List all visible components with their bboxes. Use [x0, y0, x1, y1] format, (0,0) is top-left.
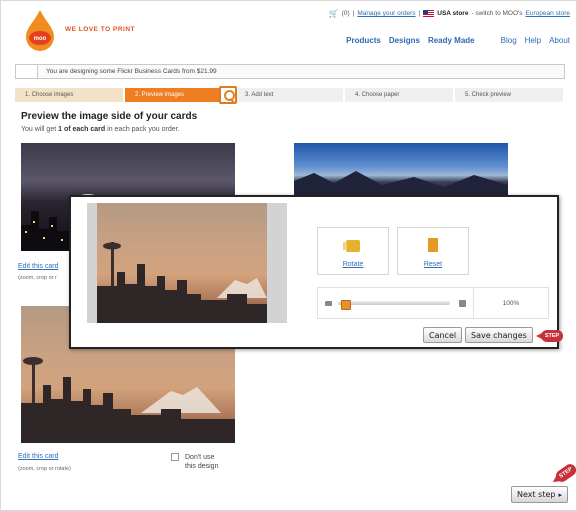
- step-label: 3. Add text: [245, 92, 274, 98]
- edit-card-link-1[interactable]: Edit this card: [18, 263, 58, 270]
- edit-card-note-1: (zoom, crop or r: [18, 275, 57, 281]
- magnifier-icon: [219, 86, 237, 104]
- edit-card-link-3[interactable]: Edit this card: [18, 453, 58, 460]
- zoom-slider-handle[interactable]: [340, 300, 351, 310]
- zoom-in-icon[interactable]: [459, 300, 466, 307]
- nav-products[interactable]: Products: [346, 36, 381, 45]
- rotate-button[interactable]: Rotate: [317, 227, 389, 275]
- main-nav: Products Designs Ready Made Blog Help Ab…: [346, 36, 570, 45]
- nav-blog[interactable]: Blog: [501, 36, 517, 45]
- reset-label: Reset: [423, 261, 443, 268]
- moo-logo[interactable]: moo: [23, 9, 57, 51]
- dont-use-line2: this design: [185, 463, 219, 470]
- step-label: 4. Choose paper: [355, 92, 400, 98]
- crop-area[interactable]: [87, 203, 287, 323]
- step-label: 1. Choose images: [25, 92, 74, 98]
- edit-card-note-3: (zoom, crop or rotate): [18, 466, 71, 472]
- product-thumbnail: [16, 65, 38, 78]
- switch-text: - switch to MOO's: [471, 10, 523, 17]
- next-step-label: Next step: [517, 490, 556, 499]
- progress-steps: 1. Choose images 2. Preview images 3. Ad…: [15, 88, 565, 102]
- dont-use-checkbox[interactable]: [171, 453, 179, 462]
- preview-subtitle: You will get 1 of each card in each pack…: [21, 126, 180, 133]
- step-label: 5. Check preview: [465, 92, 512, 98]
- nav-about[interactable]: About: [549, 36, 570, 45]
- zoom-control: 100%: [317, 287, 549, 319]
- subtitle-bold: 1 of each card: [58, 126, 106, 133]
- zoom-slider-track[interactable]: [338, 301, 450, 305]
- brand-tagline: WE LOVE TO PRINT: [65, 26, 135, 33]
- dont-use-design: Don't use this design: [171, 453, 218, 471]
- reset-button[interactable]: Reset: [397, 227, 469, 275]
- step-label: 2. Preview images: [135, 92, 185, 98]
- next-step-button[interactable]: Next step ▸: [511, 486, 568, 503]
- designing-text: You are designing some Flickr Business C…: [46, 68, 217, 75]
- image-editor-modal: Rotate Reset 100% Cancel Save changes ST…: [69, 195, 563, 349]
- nav-designs[interactable]: Designs: [389, 36, 420, 45]
- zoom-value: 100%: [502, 299, 520, 307]
- subtitle-pre: You will get: [21, 126, 57, 133]
- cart-icon[interactable]: 🛒: [329, 9, 339, 18]
- zoom-slider-area: [318, 288, 474, 318]
- page-frame: moo WE LOVE TO PRINT 🛒 (0) | Manage your…: [0, 0, 577, 511]
- step-badge-modal: STEP: [536, 330, 563, 342]
- save-changes-button[interactable]: Save changes: [465, 327, 533, 343]
- top-bar: 🛒 (0) | Manage your orders | USA store -…: [328, 9, 570, 18]
- zoom-out-icon[interactable]: [325, 301, 332, 306]
- reset-icon: [428, 238, 438, 252]
- manage-orders-link[interactable]: Manage your orders: [357, 10, 415, 17]
- store-label: USA store: [437, 10, 469, 17]
- dont-use-line1: Don't use: [185, 454, 215, 461]
- cart-count[interactable]: (0): [342, 10, 350, 17]
- rotate-icon: [343, 240, 360, 252]
- nav-help[interactable]: Help: [525, 36, 541, 45]
- card-image-2[interactable]: [294, 143, 508, 195]
- logo-text: moo: [34, 36, 47, 42]
- subtitle-post: in each pack you order.: [107, 126, 180, 133]
- chevron-right-icon: ▸: [558, 490, 562, 499]
- step-badge-footer: STEP: [553, 461, 577, 485]
- cancel-button[interactable]: Cancel: [423, 327, 463, 343]
- us-flag-icon: [423, 10, 435, 17]
- european-store-link[interactable]: European store: [526, 10, 570, 17]
- step-add-text: 3. Add text: [235, 88, 345, 102]
- nav-ready-made[interactable]: Ready Made: [428, 36, 475, 45]
- step-check-preview: 5. Check preview: [455, 88, 565, 102]
- editor-image[interactable]: [97, 203, 267, 323]
- designing-bar: You are designing some Flickr Business C…: [15, 64, 565, 79]
- page-title: Preview the image side of your cards: [21, 111, 198, 122]
- step-choose-paper: 4. Choose paper: [345, 88, 455, 102]
- rotate-label: Rotate: [342, 261, 364, 268]
- step-choose-images[interactable]: 1. Choose images: [15, 88, 125, 102]
